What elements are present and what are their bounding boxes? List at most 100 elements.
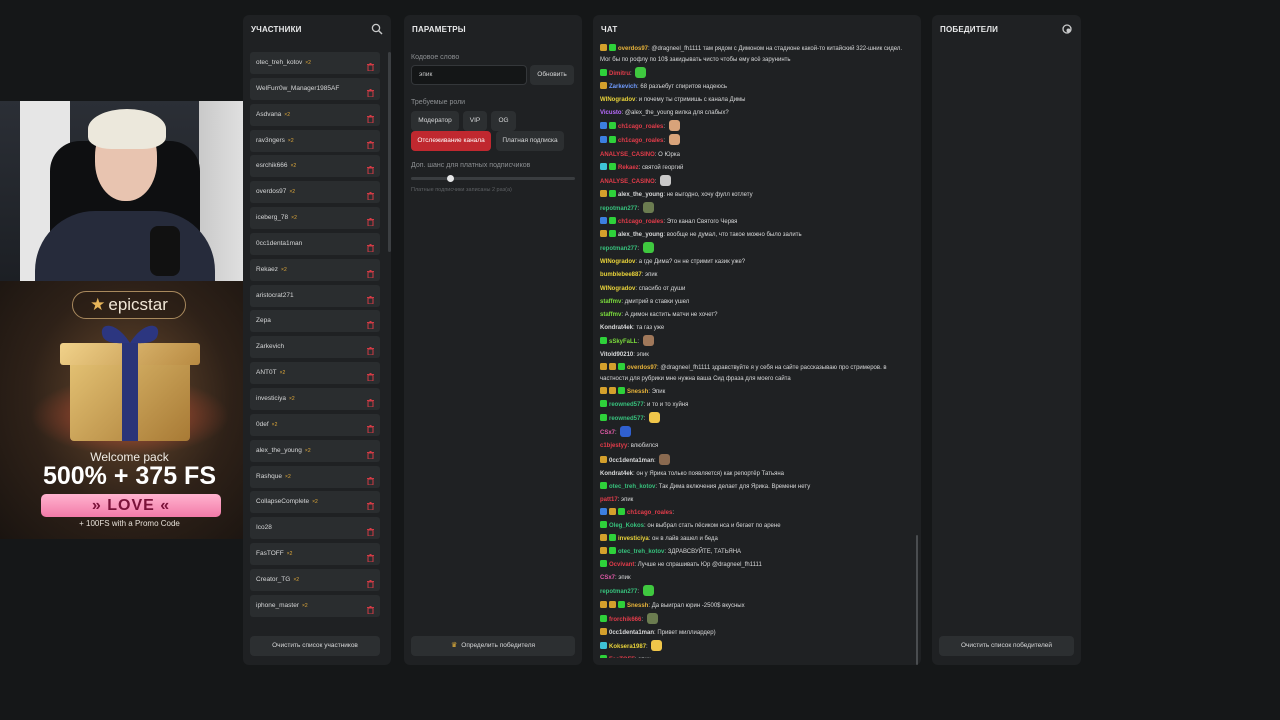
chat-username[interactable]: bumblebee887 (600, 272, 642, 278)
chat-username[interactable]: Rekaez (618, 165, 639, 171)
chat-username[interactable]: Snessh (627, 603, 648, 609)
trash-icon[interactable] (367, 317, 374, 330)
chance-slider[interactable] (411, 175, 575, 182)
trash-icon[interactable] (367, 343, 374, 356)
trash-icon[interactable] (367, 602, 374, 615)
chat-text: он выбрал стать пёсиком нса и бегает по … (647, 523, 781, 529)
chat-username[interactable]: investiciya (618, 536, 649, 542)
trash-icon[interactable] (367, 111, 374, 124)
trash-icon[interactable] (367, 421, 374, 434)
chat-badge-icon (609, 136, 616, 144)
keyword-input[interactable]: эпик (411, 65, 527, 85)
trash-icon[interactable] (367, 240, 374, 253)
chat-username[interactable]: Zarkevich (609, 84, 637, 90)
chat-username[interactable]: reowned577 (609, 402, 644, 408)
trash-icon[interactable] (367, 292, 374, 305)
update-button[interactable]: Обновить (530, 65, 574, 85)
chat-message: frorchik666: (600, 612, 913, 627)
trash-icon[interactable] (367, 162, 374, 175)
clear-participants-button[interactable]: Очистить список участников (250, 636, 380, 656)
trash-icon[interactable] (367, 576, 374, 589)
chat-username[interactable]: 0cc1denta1man (609, 630, 654, 636)
chat-username[interactable]: CSx7 (600, 430, 615, 436)
chat-username[interactable]: otec_treh_kotov (609, 484, 655, 490)
channel-tracking-button[interactable]: Отслеживание канала (411, 131, 491, 151)
chat-username[interactable]: 0cc1denta1man (609, 458, 654, 464)
trash-icon[interactable] (367, 498, 374, 511)
chat-username[interactable]: repotman277 (600, 589, 637, 595)
chat-username[interactable]: ch1cago_roales (627, 510, 672, 516)
chat-username[interactable]: FasTOFF (609, 657, 635, 658)
chat-username[interactable]: Vicusto (600, 110, 622, 116)
chat-messages[interactable]: overdos97: @dragneel_fh1111 там рядом с … (600, 43, 913, 658)
chat-username[interactable]: ANALYSE_CASINO (600, 152, 655, 158)
chat-scrollbar[interactable] (916, 535, 918, 665)
chat-message: ch1cago_roales: Это канал Святого Червя (600, 216, 913, 229)
chat-text: дмитрий в ставки ушел (624, 298, 690, 305)
chat-username[interactable]: Kondrat4ek (600, 471, 633, 477)
search-icon[interactable] (371, 23, 383, 35)
chat-username[interactable]: Dimitru (609, 71, 630, 77)
role-og-button[interactable]: OG (491, 111, 516, 131)
chat-username[interactable]: WINogradov (600, 259, 635, 265)
chat-username[interactable]: repotman277 (600, 206, 637, 212)
refresh-icon[interactable] (1061, 23, 1073, 35)
chat-username[interactable]: ch1cago_roales (618, 138, 663, 144)
chat-username[interactable]: Kondrat4ek (600, 325, 633, 331)
chat-username[interactable]: sSkyFaLL (609, 339, 637, 345)
chat-username[interactable]: ANALYSE_CASINO (600, 179, 655, 185)
chat-username[interactable]: Snessh (627, 389, 648, 395)
trash-icon[interactable] (367, 59, 374, 72)
trash-icon[interactable] (367, 550, 374, 563)
chat-username[interactable]: patt17 (600, 497, 618, 503)
chat-username[interactable]: overdos97 (627, 365, 657, 371)
chat-username[interactable]: alex_the_young (618, 192, 663, 198)
participant-row: Zepa (250, 310, 380, 333)
chat-username[interactable]: c1bjestyy (600, 443, 627, 449)
chat-username[interactable]: overdos97 (618, 46, 648, 52)
trash-icon[interactable] (367, 85, 374, 98)
chat-username[interactable]: reowned577 (609, 416, 644, 422)
participant-name: Rekaez (256, 265, 279, 273)
participant-name: iceberg_78 (256, 214, 289, 222)
chat-username[interactable]: staffmv (600, 299, 621, 305)
trash-icon[interactable] (367, 266, 374, 279)
trash-icon[interactable] (367, 188, 374, 201)
chat-username[interactable]: repotman277 (600, 246, 637, 252)
trash-icon[interactable] (367, 214, 374, 227)
chat-username[interactable]: WINogradov (600, 97, 635, 103)
chat-text: Так Дима включения делает для Ярика. Вре… (658, 483, 811, 490)
participants-scrollbar[interactable] (388, 52, 391, 252)
trash-icon[interactable] (367, 524, 374, 537)
participants-list[interactable]: otec_treh_kotov ×2 WelFurr0w_Manager1985AF… (250, 52, 380, 642)
trash-icon[interactable] (367, 447, 374, 460)
trash-icon[interactable] (367, 137, 374, 150)
chat-username[interactable]: otec_treh_kotov (618, 549, 664, 555)
slider-knob[interactable] (447, 175, 455, 182)
chat-username[interactable]: alex_the_young (618, 232, 663, 238)
role-vip-button[interactable]: VIP (463, 111, 487, 131)
chat-username[interactable]: CSx7 (600, 575, 615, 581)
chat-text: эпик (645, 272, 658, 279)
trash-icon[interactable] (367, 395, 374, 408)
chat-username[interactable]: ch1cago_roales (618, 219, 663, 225)
chat-username[interactable]: Ocvivant (609, 562, 634, 568)
chat-username[interactable]: Koksera1987 (609, 644, 646, 650)
chat-username[interactable]: Vitold90210 (600, 352, 633, 358)
chat-username[interactable]: Oleg_Kokos (609, 523, 644, 529)
chat-message: CSx7: эпик (600, 575, 631, 582)
pick-winner-button[interactable]: ♛ Определить победителя (411, 636, 575, 656)
chat-username[interactable]: staffmv (600, 312, 621, 318)
trash-icon[interactable] (367, 369, 374, 382)
chat-message: reowned577: и то и то хуйня (600, 399, 913, 412)
chat-username[interactable]: ch1cago_roales (618, 124, 663, 130)
trash-icon[interactable] (367, 473, 374, 485)
participant-multiplier-badge: ×2 (304, 447, 311, 454)
participant-multiplier-badge: ×2 (281, 266, 287, 273)
clear-winners-button[interactable]: Очистить список победителей (939, 636, 1074, 656)
chat-username[interactable]: WINogradov (600, 286, 635, 292)
paid-subscription-button[interactable]: Платная подписка (496, 131, 564, 151)
participant-multiplier-badge: ×2 (271, 421, 278, 428)
role-moderator-button[interactable]: Модератор (411, 111, 459, 131)
chat-username[interactable]: frorchik666 (609, 617, 641, 623)
